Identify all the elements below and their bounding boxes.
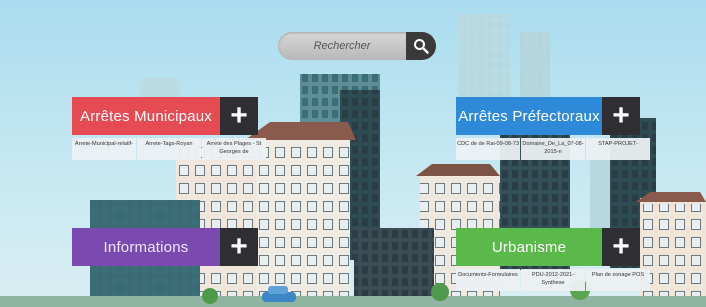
list-item[interactable]: CDC de de Rai-09-08-73 <box>456 138 520 160</box>
list-item[interactable]: Domaine_De_La_07-08-2015-n <box>521 138 585 160</box>
category-urbanisme-label[interactable]: Urbanisme <box>456 228 602 266</box>
plus-icon: + <box>230 99 248 132</box>
list-item[interactable]: Arrete-Municipal-relatif- <box>72 138 136 160</box>
list-item[interactable]: Documents-Formulaires <box>456 269 520 291</box>
expand-municipaux-button[interactable]: + <box>220 97 258 135</box>
search-bar[interactable]: Rechercher <box>278 32 438 60</box>
category-informations-label[interactable]: Informations <box>72 228 220 266</box>
list-item[interactable]: PDU-2012-2021-Synthese <box>521 269 585 291</box>
category-municipaux-label[interactable]: Arrêtes Municipaux <box>72 97 220 135</box>
urbanisme-subitems: Documents-Formulaires PDU-2012-2021-Synt… <box>456 269 651 291</box>
list-item[interactable]: Arrete des Plages - St Georges de <box>202 138 266 160</box>
search-field[interactable]: Rechercher <box>278 32 418 60</box>
list-item[interactable]: Arrete-Tags-Royan <box>137 138 201 160</box>
plus-icon: + <box>230 230 248 263</box>
category-municipaux[interactable]: Arrêtes Municipaux + <box>72 97 258 135</box>
search-input[interactable]: Rechercher <box>278 32 406 60</box>
search-icon <box>414 39 429 54</box>
expand-informations-button[interactable]: + <box>220 228 258 266</box>
municipaux-subitems: Arrete-Municipal-relatif- Arrete-Tags-Ro… <box>72 138 267 160</box>
plus-icon: + <box>612 230 630 263</box>
category-urbanisme[interactable]: Urbanisme + <box>456 228 640 266</box>
expand-prefectoraux-button[interactable]: + <box>602 97 640 135</box>
category-prefectoraux-label[interactable]: Arrêtes Préfectoraux <box>456 97 602 135</box>
page-background: Rechercher Arrêtes Municipaux + Arrete-M… <box>0 0 706 307</box>
plus-icon: + <box>612 99 630 132</box>
list-item[interactable]: STAP-PROJET- <box>586 138 650 160</box>
prefectoraux-subitems: CDC de de Rai-09-08-73 Domaine_De_La_07-… <box>456 138 651 160</box>
expand-urbanisme-button[interactable]: + <box>602 228 640 266</box>
list-item[interactable]: Plan de zonage POS <box>586 269 650 291</box>
category-informations[interactable]: Informations + <box>72 228 258 266</box>
search-button[interactable] <box>406 32 436 60</box>
category-prefectoraux[interactable]: Arrêtes Préfectoraux + <box>456 97 640 135</box>
